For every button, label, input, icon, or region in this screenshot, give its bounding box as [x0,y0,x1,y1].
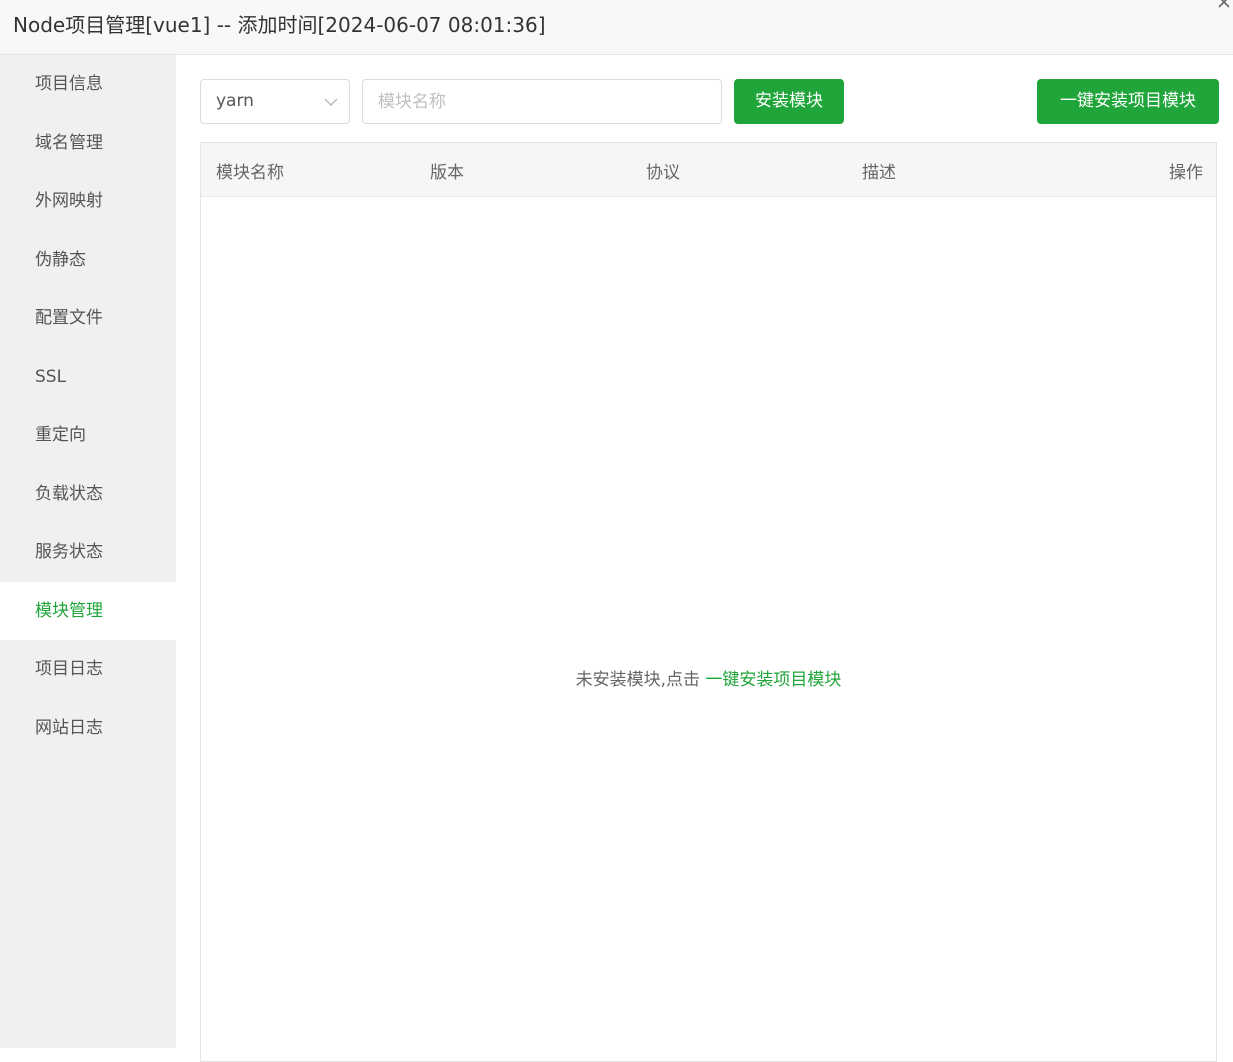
package-manager-select[interactable]: yarn [200,79,350,124]
sidebar-item-project-info[interactable]: 项目信息 [0,55,176,114]
sidebar-item-label: 配置文件 [35,308,103,328]
module-table: 模块名称 版本 协议 描述 操作 未安装模块,点击 一键安装项目模块 [200,142,1217,1062]
sidebar-item-ssl[interactable]: SSL [0,348,176,407]
close-icon[interactable] [1217,0,1231,8]
empty-state-install-link[interactable]: 一键安装项目模块 [705,670,841,690]
sidebar-item-redirect[interactable]: 重定向 [0,406,176,465]
sidebar-item-label: 项目信息 [35,74,103,94]
sidebar-item-label: 伪静态 [35,249,86,270]
sidebar-nav: 项目信息 域名管理 外网映射 伪静态 配置文件 SSL 重定向 负载状态 服务状… [0,55,176,1048]
sidebar-item-label: 网站日志 [35,717,103,738]
install-module-button[interactable]: 安装模块 [734,79,844,124]
one-click-install-button[interactable]: 一键安装项目模块 [1037,79,1219,124]
module-name-input[interactable] [362,79,722,124]
sidebar-item-config-file[interactable]: 配置文件 [0,289,176,348]
column-header-version: 版本 [430,163,464,183]
column-header-actions: 操作 [1169,163,1203,183]
sidebar-item-service-status[interactable]: 服务状态 [0,523,176,582]
package-manager-value: yarn [216,91,254,111]
main-panel: yarn 安装模块 一键安装项目模块 模块名称 版本 协议 描述 操作 未安装模… [176,55,1233,1062]
sidebar-item-project-log[interactable]: 项目日志 [0,640,176,699]
empty-state: 未安装模块,点击 一键安装项目模块 [201,665,1216,690]
sidebar-item-label: SSL [35,366,67,387]
empty-state-text: 未安装模块,点击 [575,670,706,690]
table-header: 模块名称 版本 协议 描述 操作 [201,143,1216,197]
sidebar-item-label: 负载状态 [35,483,103,504]
sidebar-item-label: 外网映射 [35,191,103,211]
column-header-module-name: 模块名称 [216,163,284,183]
sidebar-item-external-mapping[interactable]: 外网映射 [0,172,176,231]
sidebar-item-load-status[interactable]: 负载状态 [0,465,176,524]
window-title: Node项目管理[vue1] -- 添加时间[2024-06-07 08:01:… [13,13,546,37]
column-header-description: 描述 [862,163,896,183]
window-header: Node项目管理[vue1] -- 添加时间[2024-06-07 08:01:… [0,0,1233,55]
sidebar-item-rewrite[interactable]: 伪静态 [0,231,176,290]
sidebar-item-site-log[interactable]: 网站日志 [0,699,176,758]
sidebar-item-module-management[interactable]: 模块管理 [0,581,176,640]
sidebar-item-label: 重定向 [35,425,86,445]
sidebar-item-label: 域名管理 [35,132,103,153]
sidebar-item-label: 模块管理 [35,600,103,621]
chevron-down-icon [323,94,339,110]
column-header-license: 协议 [646,163,680,183]
sidebar-item-domain-management[interactable]: 域名管理 [0,114,176,173]
sidebar-item-label: 项目日志 [35,659,103,679]
sidebar-item-label: 服务状态 [35,542,103,562]
